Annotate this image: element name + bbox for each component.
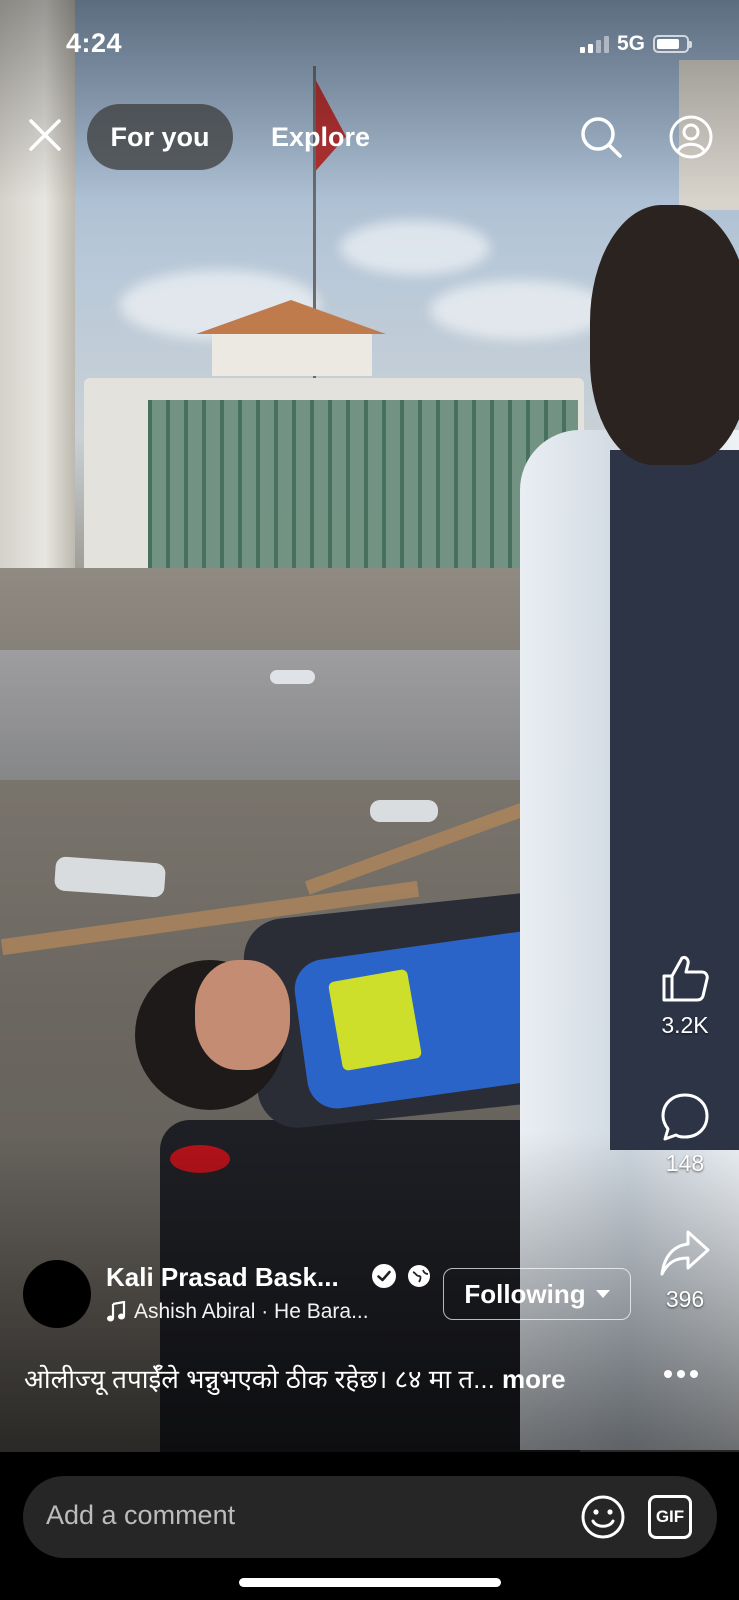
close-button[interactable] — [26, 116, 64, 154]
music-note-icon — [107, 1301, 126, 1322]
post-caption[interactable]: ओलीज्यू तपाईँले भन्नुभएको ठीक रहेछ। ८४ म… — [24, 1360, 566, 1396]
search-icon — [581, 117, 622, 158]
signal-icon — [579, 35, 609, 53]
comment-icon — [661, 1093, 709, 1141]
emoji-button[interactable] — [580, 1494, 626, 1540]
author-avatar[interactable] — [23, 1260, 91, 1328]
tab-explore[interactable]: Explore — [271, 104, 370, 170]
like-button[interactable]: 3.2K — [652, 952, 718, 1039]
profile-button[interactable] — [668, 114, 714, 160]
share-icon — [660, 1230, 710, 1276]
comment-placeholder: Add a comment — [46, 1500, 236, 1530]
music-info[interactable]: Ashish Abiral · He Bara... — [106, 1300, 369, 1324]
caption-text: ओलीज्यू तपाईँले भन्नुभएको ठीक रहेछ। ८४ म… — [24, 1364, 495, 1394]
status-time: 4:24 — [66, 28, 123, 58]
verified-badge-icon — [372, 1264, 396, 1288]
share-button[interactable]: 396 — [652, 1226, 718, 1313]
battery-icon — [653, 35, 692, 53]
like-count: 3.2K — [661, 1012, 709, 1038]
globe-icon — [408, 1265, 430, 1287]
gif-button[interactable]: GIF — [648, 1495, 692, 1539]
caption-more-link[interactable]: more — [502, 1364, 566, 1394]
following-button[interactable]: Following — [443, 1268, 631, 1320]
following-label: Following — [464, 1278, 586, 1309]
tab-for-you[interactable]: For you — [87, 104, 233, 170]
comment-button[interactable]: 148 — [652, 1090, 718, 1177]
search-button[interactable] — [578, 114, 624, 160]
network-type: 5G — [616, 32, 645, 55]
more-options-icon[interactable] — [664, 1370, 698, 1378]
music-label: Ashish Abiral · He Bara... — [134, 1300, 369, 1323]
comment-count: 148 — [665, 1150, 705, 1176]
author-name[interactable]: Kali Prasad Bask... — [106, 1262, 339, 1293]
status-indicators: 5G — [579, 32, 692, 56]
thumbs-up-icon — [662, 956, 709, 1002]
close-icon — [29, 119, 61, 151]
smiley-icon — [581, 1495, 625, 1539]
home-indicator — [239, 1578, 501, 1587]
share-count: 396 — [665, 1286, 705, 1312]
video-player[interactable] — [0, 0, 739, 1452]
profile-icon — [669, 115, 713, 159]
reels-viewer: 4:24 5G For you Explore 3.2K 148 396 Kal… — [0, 0, 739, 1600]
gif-label: GIF — [655, 1507, 685, 1526]
chevron-down-icon — [595, 1290, 610, 1298]
